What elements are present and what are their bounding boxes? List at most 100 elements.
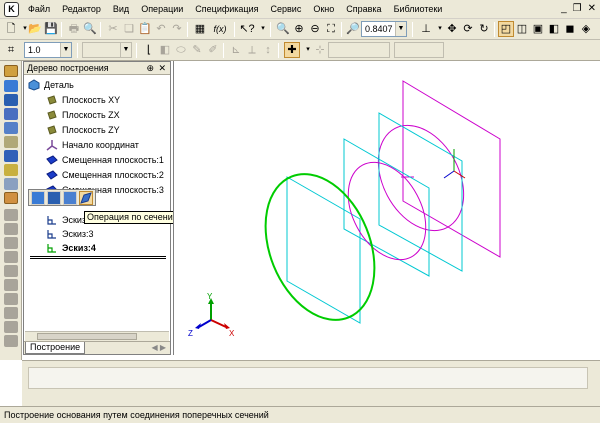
tree-item-sketch-4[interactable]: Эскиз:4 bbox=[46, 241, 96, 255]
tab-nav-arrows-icon[interactable]: ◀ ▶ bbox=[151, 343, 166, 352]
help-pointer-icon[interactable]: ↖? bbox=[239, 21, 255, 37]
manager-icon[interactable]: ▦ bbox=[192, 21, 208, 37]
dropdown-arrow-icon[interactable]: ▾ bbox=[255, 21, 271, 37]
redo-icon[interactable]: ↷ bbox=[169, 21, 185, 37]
measure-tool-icon[interactable] bbox=[4, 164, 18, 176]
tree-item-offset-plane-2[interactable]: Смещенная плоскость:2 bbox=[46, 168, 164, 182]
zoom-scale-field[interactable]: 0.8407 ▼ bbox=[361, 21, 407, 37]
hidden-lines-icon[interactable]: ◫ bbox=[514, 21, 530, 37]
close-icon[interactable]: ✕ bbox=[588, 3, 596, 15]
menu-specification[interactable]: Спецификация bbox=[189, 0, 264, 19]
function-icon[interactable]: f(x) bbox=[210, 21, 230, 37]
menu-editor[interactable]: Редактор bbox=[56, 0, 107, 19]
shaded-icon[interactable]: ◼ bbox=[562, 21, 578, 37]
loft-tool-icon[interactable] bbox=[4, 192, 18, 204]
edit-icon[interactable]: ⊾ bbox=[228, 42, 244, 58]
restore-icon[interactable]: ❐ bbox=[573, 3, 582, 15]
tree-item-sketch-3[interactable]: Эскиз:3 bbox=[46, 227, 94, 241]
rotate-icon[interactable]: ⟳ bbox=[460, 21, 476, 37]
kinematic-operation-icon[interactable] bbox=[63, 191, 77, 205]
array-tool-icon[interactable] bbox=[4, 178, 18, 190]
sketch-mode-icon[interactable]: ⌊ bbox=[141, 42, 157, 58]
model-canvas[interactable]: Y X Z bbox=[173, 61, 600, 355]
disabled-tool-icon[interactable] bbox=[4, 251, 18, 263]
zoom-fit-icon[interactable]: ⛶ bbox=[323, 21, 339, 37]
sketch-tool-icon[interactable] bbox=[4, 80, 18, 92]
snap-icon[interactable]: ✚ bbox=[284, 42, 300, 58]
tree-item-part[interactable]: Деталь bbox=[28, 78, 74, 92]
open-folder-icon[interactable]: 📂 bbox=[27, 21, 43, 37]
coordinate-field[interactable] bbox=[394, 42, 444, 58]
undo-icon[interactable]: ↶ bbox=[153, 21, 169, 37]
chevron-down-icon[interactable]: ▼ bbox=[60, 43, 71, 57]
section-icon[interactable]: ↕ bbox=[260, 42, 276, 58]
tree-item-plane-zy[interactable]: Плоскость ZY bbox=[46, 123, 120, 137]
menu-view[interactable]: Вид bbox=[107, 0, 135, 19]
hole-tool-icon[interactable] bbox=[4, 150, 18, 162]
horizontal-scrollbar[interactable] bbox=[25, 331, 169, 341]
perspective-icon[interactable]: ◈ bbox=[578, 21, 594, 37]
tree-item-origin[interactable]: Начало координат bbox=[46, 138, 139, 152]
menu-service[interactable]: Сервис bbox=[265, 0, 308, 19]
disabled-tool-icon[interactable] bbox=[4, 307, 18, 319]
extrude-operation-icon[interactable] bbox=[31, 191, 45, 205]
grid-icon[interactable]: ⌗ bbox=[3, 42, 19, 58]
measure-icon[interactable]: ⟂ bbox=[244, 42, 260, 58]
print-preview-icon[interactable]: 🔍 bbox=[82, 21, 98, 37]
menu-libraries[interactable]: Библиотеки bbox=[388, 0, 449, 19]
disabled-tool-icon[interactable] bbox=[4, 265, 18, 277]
zoom-out-icon[interactable]: ⊖ bbox=[307, 21, 323, 37]
rotate-operation-icon[interactable] bbox=[47, 191, 61, 205]
tab-construction[interactable]: Построение bbox=[25, 342, 86, 354]
layer-field[interactable]: ▼ bbox=[82, 42, 132, 58]
loft-operation-icon[interactable] bbox=[79, 191, 93, 205]
scrollbar-thumb[interactable] bbox=[37, 333, 137, 340]
wireframe-icon[interactable]: ◰ bbox=[498, 21, 514, 37]
disabled-tool-icon[interactable] bbox=[4, 279, 18, 291]
disabled-tool-icon[interactable] bbox=[4, 209, 18, 221]
menu-help[interactable]: Справка bbox=[340, 0, 387, 19]
coordinate-field[interactable] bbox=[328, 42, 390, 58]
zoom-in-icon[interactable]: ⊕ bbox=[291, 21, 307, 37]
disabled-tool-icon[interactable] bbox=[4, 223, 18, 235]
chevron-down-icon[interactable]: ▼ bbox=[395, 22, 406, 36]
no-hidden-icon[interactable]: ◧ bbox=[546, 21, 562, 37]
menu-file[interactable]: Файл bbox=[22, 0, 56, 19]
cut-icon[interactable]: ✂ bbox=[105, 21, 121, 37]
chevron-down-icon[interactable]: ▼ bbox=[120, 43, 131, 57]
disabled-tool-icon[interactable] bbox=[4, 293, 18, 305]
minimize-icon[interactable]: _ bbox=[561, 3, 567, 15]
tree-item-offset-plane-1[interactable]: Смещенная плоскость:1 bbox=[46, 153, 164, 167]
cut-tool-icon[interactable] bbox=[4, 122, 18, 134]
copy-icon[interactable]: ❏ bbox=[121, 21, 137, 37]
pin-icon[interactable]: ⊕ bbox=[146, 62, 154, 75]
save-icon[interactable]: 💾 bbox=[43, 21, 59, 37]
disabled-tool-icon[interactable] bbox=[4, 321, 18, 333]
step-field[interactable]: 1.0 ▼ bbox=[24, 42, 72, 58]
tree-item-plane-zx[interactable]: Плоскость ZX bbox=[46, 108, 120, 122]
format-icon[interactable]: ✐ bbox=[205, 42, 221, 58]
tree-item-sketch[interactable]: Эскиз: bbox=[46, 213, 89, 227]
zoom-scale-icon[interactable]: 🔎 bbox=[345, 21, 361, 37]
brush-icon[interactable]: ✎ bbox=[189, 42, 205, 58]
selected-tool-icon[interactable] bbox=[4, 65, 18, 77]
close-icon[interactable]: ✕ bbox=[158, 62, 166, 75]
extrude-tool-icon[interactable] bbox=[4, 108, 18, 120]
coordinate-icon[interactable]: ⊹ bbox=[312, 42, 328, 58]
menu-window[interactable]: Окно bbox=[307, 0, 340, 19]
thin-lines-icon[interactable]: ▣ bbox=[530, 21, 546, 37]
tree-item-plane-xy[interactable]: Плоскость XY bbox=[46, 93, 120, 107]
menu-operations[interactable]: Операции bbox=[135, 0, 189, 19]
layer-icon[interactable]: ◧ bbox=[157, 42, 173, 58]
separator bbox=[223, 43, 224, 58]
print-icon[interactable]: 🖶 bbox=[66, 21, 82, 37]
eraser-icon[interactable]: ⬭ bbox=[173, 42, 189, 58]
refresh-icon[interactable]: ↻ bbox=[476, 21, 492, 37]
pan-icon[interactable]: ✥ bbox=[444, 21, 460, 37]
zoom-window-icon[interactable]: 🔍 bbox=[275, 21, 291, 37]
fillet-tool-icon[interactable] bbox=[4, 136, 18, 148]
paste-icon[interactable]: 📋 bbox=[137, 21, 153, 37]
disabled-tool-icon[interactable] bbox=[4, 335, 18, 347]
disabled-tool-icon[interactable] bbox=[4, 237, 18, 249]
rotate-tool-icon[interactable] bbox=[4, 94, 18, 106]
